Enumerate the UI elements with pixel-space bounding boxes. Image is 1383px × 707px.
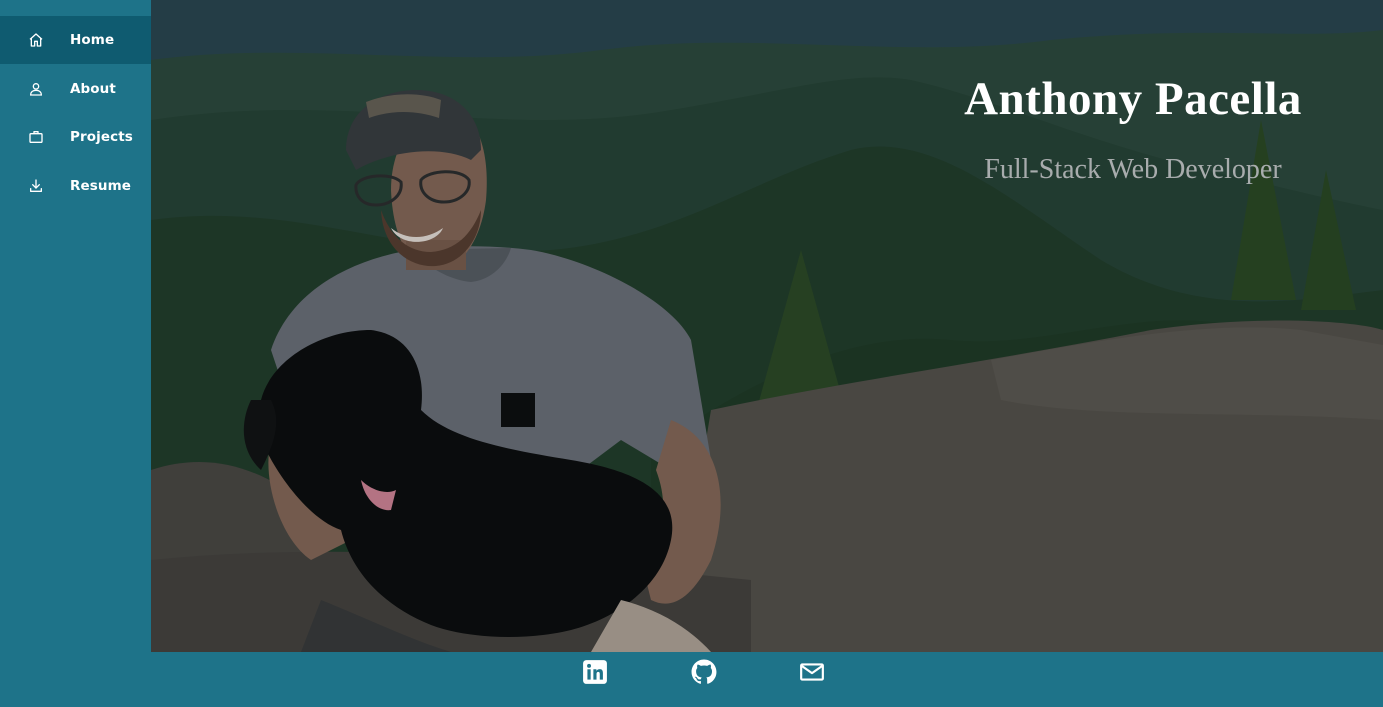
sidebar-item-label: Projects [70,129,133,145]
hero-subtitle: Full-Stack Web Developer [984,154,1282,185]
user-icon [27,80,45,98]
social-footer [151,652,1383,707]
sidebar-item-label: About [70,81,116,97]
home-icon [27,31,45,49]
hero-title: Anthony Pacella [964,73,1302,125]
linkedin-link[interactable] [581,660,609,688]
mail-icon [799,659,825,689]
sidebar-item-projects[interactable]: Projects [0,113,151,161]
hero-banner: Anthony Pacella Full-Stack Web Developer [151,0,1383,652]
briefcase-icon [27,128,45,146]
sidebar-nav: Home About Projects Resume [0,0,151,707]
sidebar-item-home[interactable]: Home [0,16,151,64]
email-link[interactable] [798,660,826,688]
sidebar-item-label: Home [70,32,115,48]
sidebar-item-label: Resume [70,178,132,194]
hero-text: Anthony Pacella Full-Stack Web Developer [883,0,1383,220]
github-icon [691,659,717,689]
download-icon [27,177,45,195]
github-link[interactable] [690,659,718,689]
sidebar-item-resume[interactable]: Resume [0,162,151,210]
sidebar-item-about[interactable]: About [0,65,151,113]
linkedin-icon [582,659,608,689]
